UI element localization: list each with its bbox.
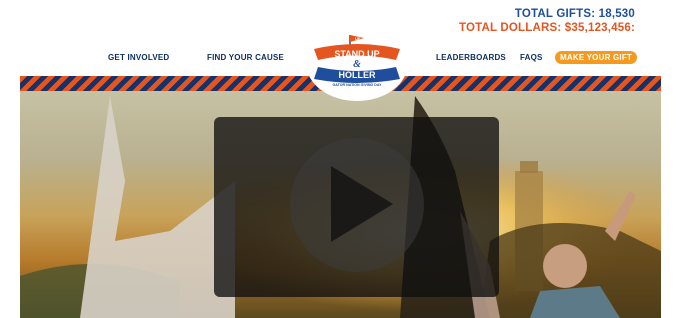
logo-graphic: UF STAND UP & HOLLER GATOR NATION GIVING… bbox=[314, 35, 400, 87]
nav-get-involved[interactable]: GET INVOLVED bbox=[108, 53, 169, 62]
make-your-gift-button[interactable]: MAKE YOUR GIFT bbox=[555, 51, 637, 64]
nav-faqs[interactable]: FAQS bbox=[520, 53, 543, 62]
play-icon bbox=[331, 166, 393, 242]
video-player[interactable] bbox=[214, 117, 499, 297]
logo-tagline: GATOR NATION GIVING DAY bbox=[333, 83, 383, 87]
total-gifts: TOTAL GIFTS: 18,530 bbox=[514, 8, 635, 20]
play-button[interactable] bbox=[290, 138, 424, 272]
nav-leaderboards[interactable]: LEADERBOARDS bbox=[436, 53, 506, 62]
logo[interactable]: UF STAND UP & HOLLER GATOR NATION GIVING… bbox=[306, 25, 408, 101]
logo-line1: STAND UP bbox=[334, 49, 379, 59]
logo-line2: HOLLER bbox=[339, 70, 376, 80]
nav-find-your-cause[interactable]: FIND YOUR CAUSE bbox=[207, 53, 284, 62]
total-dollars: TOTAL DOLLARS: $35,123,456: bbox=[458, 22, 635, 34]
logo-ampersand: & bbox=[353, 59, 361, 70]
totals-panel: TOTAL GIFTS: 18,530 TOTAL DOLLARS: $35,1… bbox=[459, 7, 635, 35]
logo-flag-text: UF bbox=[355, 36, 361, 41]
